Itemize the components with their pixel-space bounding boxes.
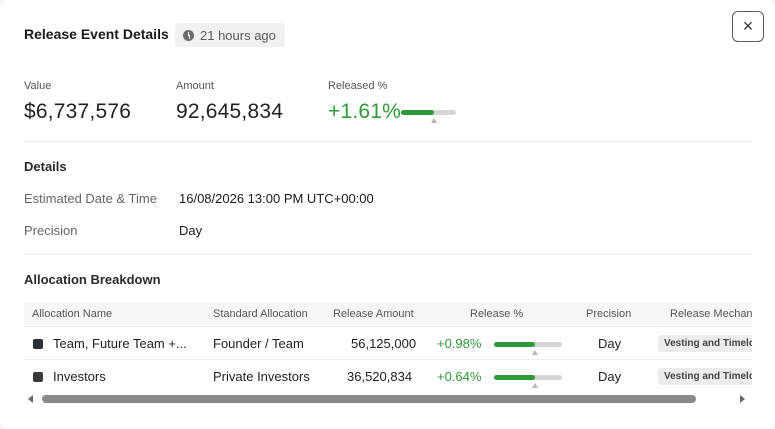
value-label: Value — [24, 80, 52, 92]
amount-label: Amount — [176, 80, 214, 92]
column-header-allocation-name[interactable]: Allocation Name — [32, 308, 112, 320]
release-percent: +0.98% — [437, 336, 482, 351]
column-header-precision[interactable]: Precision — [586, 308, 631, 320]
divider — [24, 254, 752, 255]
precision: Day — [598, 336, 622, 351]
time-badge-label: 21 hours ago — [200, 27, 276, 43]
standard-allocation: Founder / Team — [213, 336, 304, 351]
release-progress-fill — [494, 375, 535, 380]
table-row[interactable]: Team, Future Team +... Founder / Team 56… — [24, 326, 752, 359]
release-progress-bar — [494, 342, 562, 355]
scroll-right-icon[interactable] — [740, 395, 745, 403]
released-progress-fill — [401, 110, 434, 115]
estimated-date-value: 16/08/2026 13:00 PM UTC+00:00 — [179, 191, 374, 206]
precision-value: Day — [179, 223, 203, 238]
column-header-release-percent[interactable]: Release % — [470, 308, 523, 320]
release-progress-marker — [531, 350, 538, 355]
release-mechanism-badge: Vesting and Timelock — [658, 368, 752, 385]
allocation-color-swatch — [33, 339, 43, 349]
amount-value: 92,645,834 — [176, 100, 284, 123]
standard-allocation: Private Investors — [213, 369, 310, 384]
release-mechanism-badge: Vesting and Timelock — [658, 335, 752, 352]
divider — [24, 141, 752, 142]
allocation-color-swatch — [33, 372, 43, 382]
release-percent: +0.64% — [437, 369, 482, 384]
allocation-title: Allocation Breakdown — [24, 272, 161, 287]
table-header: Allocation Name Standard Allocation Rele… — [24, 302, 752, 326]
table-row[interactable]: Investors Private Investors 36,520,834 +… — [24, 359, 752, 392]
column-header-standard-allocation[interactable]: Standard Allocation — [213, 308, 308, 320]
estimated-date-label: Estimated Date & Time — [24, 191, 157, 206]
release-amount: 36,520,834 — [347, 369, 413, 384]
precision-label: Precision — [24, 223, 78, 238]
scrollbar-thumb[interactable] — [42, 395, 696, 403]
release-event-modal: Release Event Details 21 hours ago × Val… — [0, 0, 775, 429]
release-progress-marker — [531, 383, 538, 388]
details-title: Details — [24, 159, 67, 174]
released-progress-marker — [431, 118, 437, 123]
allocation-table[interactable]: Allocation Name Standard Allocation Rele… — [24, 302, 752, 394]
column-header-release-amount[interactable]: Release Amount — [333, 308, 414, 320]
time-badge: 21 hours ago — [175, 23, 285, 47]
release-progress-fill — [494, 342, 535, 347]
precision: Day — [598, 369, 622, 384]
scroll-left-icon[interactable] — [28, 395, 33, 403]
allocation-name: Investors — [53, 369, 106, 384]
modal-title: Release Event Details — [24, 26, 169, 42]
column-header-release-mechanism[interactable]: Release Mechanism — [670, 308, 752, 320]
allocation-name: Team, Future Team +... — [53, 336, 187, 351]
close-icon: × — [742, 16, 754, 36]
clock-icon — [183, 29, 194, 41]
release-amount: 56,125,000 — [351, 336, 417, 351]
released-label: Released % — [328, 80, 388, 92]
close-button[interactable]: × — [732, 11, 764, 42]
released-value: +1.61% — [328, 100, 402, 123]
horizontal-scrollbar[interactable] — [24, 392, 752, 406]
released-progress-bar — [401, 110, 456, 123]
value-amount: $6,737,576 — [24, 100, 132, 123]
release-progress-bar — [494, 375, 562, 388]
